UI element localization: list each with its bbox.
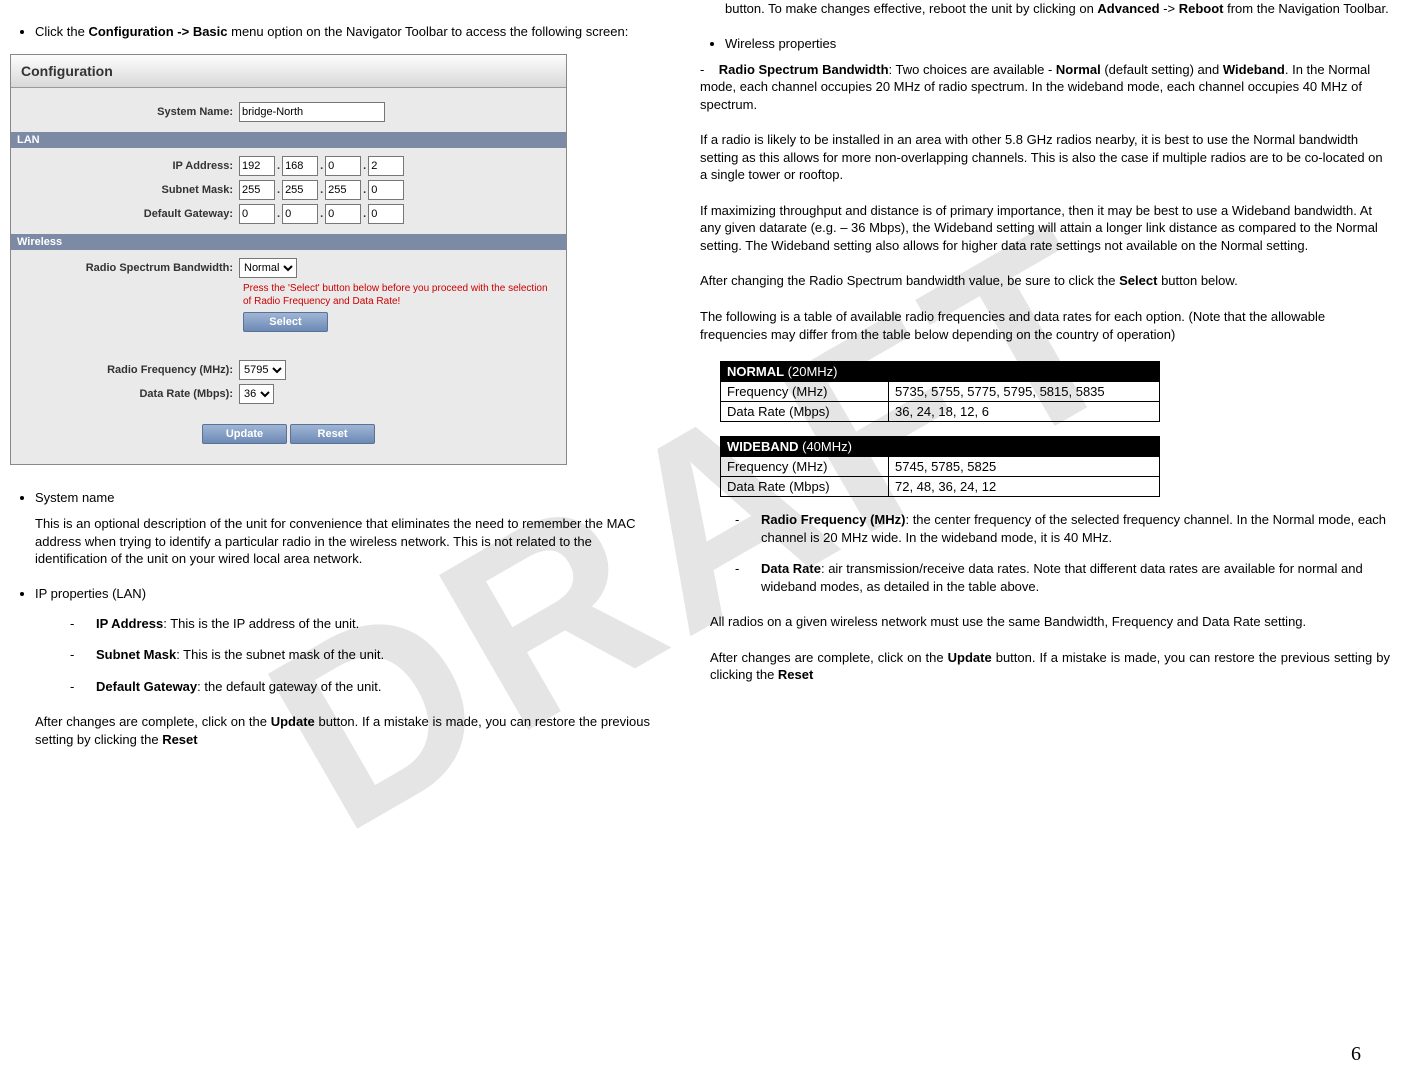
wireless-section-header: Wireless [11,234,566,250]
data-rate-label: Data Rate (Mbps): [23,388,233,400]
data-rate-item: Data Rate: air transmission/receive data… [735,560,1390,595]
bandwidth-label: Radio Spectrum Bandwidth: [23,262,233,274]
radio-frequency-item: Radio Frequency (MHz): the center freque… [735,511,1390,546]
continuation-paragraph: button. To make changes effective, reboo… [725,0,1390,18]
wireless-properties-bullet: Wireless properties [725,36,1390,51]
select-button[interactable]: Select [243,312,328,332]
ip-address-label: IP Address: [23,160,233,172]
default-gateway-label: Default Gateway: [23,208,233,220]
rsb-p5: The following is a table of available ra… [700,308,1390,343]
ip-oct-1[interactable] [239,156,275,176]
sm-oct-2[interactable] [282,180,318,200]
ip-properties-bullet: IP properties (LAN) IP Address: This is … [35,586,650,749]
page-number: 6 [1351,1043,1361,1066]
gw-oct-1[interactable] [239,204,275,224]
gw-oct-3[interactable] [325,204,361,224]
ip-oct-4[interactable] [368,156,404,176]
radio-frequency-select[interactable]: 5795 [239,360,286,380]
radio-frequency-label: Radio Frequency (MHz): [23,364,233,376]
data-rate-select[interactable]: 36 [239,384,274,404]
all-radios-paragraph: All radios on a given wireless network m… [710,613,1390,631]
intro-bullet: Click the Configuration -> Basic menu op… [35,24,650,39]
intro-bold: Configuration -> Basic [88,24,227,39]
rsb-p4: After changing the Radio Spectrum bandwi… [700,272,1390,290]
default-gateway-item: Default Gateway: the default gateway of … [70,678,650,696]
gw-oct-4[interactable] [368,204,404,224]
sm-oct-1[interactable] [239,180,275,200]
system-name-text: This is an optional description of the u… [35,515,650,568]
update-button[interactable]: Update [202,424,287,444]
reset-button[interactable]: Reset [290,424,375,444]
normal-table: NORMAL (20MHz) Frequency (MHz)5735, 5755… [720,361,1160,422]
ip-oct-3[interactable] [325,156,361,176]
ip-properties-heading: IP properties (LAN) [35,586,146,601]
after-changes-paragraph: After changes are complete, click on the… [35,713,650,748]
system-name-label: System Name: [23,106,233,118]
intro-post: menu option on the Navigator Toolbar to … [228,24,629,39]
wideband-table: WIDEBAND (40MHz) Frequency (MHz)5745, 57… [720,436,1160,497]
rsb-paragraph: - Radio Spectrum Bandwidth: Two choices … [700,61,1390,114]
sm-oct-4[interactable] [368,180,404,200]
page: DRAFT Click the Configuration -> Basic m… [0,0,1401,1086]
bandwidth-select[interactable]: Normal [239,258,297,278]
configuration-panel: Configuration System Name: LAN IP Addres… [10,54,567,465]
system-name-heading: System name [35,490,114,505]
ip-oct-2[interactable] [282,156,318,176]
right-column: button. To make changes effective, reboo… [690,0,1390,702]
system-name-input[interactable] [239,102,385,122]
rsb-p3: If maximizing throughput and distance is… [700,202,1390,255]
left-column: Click the Configuration -> Basic menu op… [10,0,650,766]
intro-pre: Click the [35,24,88,39]
bandwidth-warning: Press the 'Select' button below before y… [243,282,554,308]
system-name-bullet: System name This is an optional descript… [35,490,650,568]
rsb-p2: If a radio is likely to be installed in … [700,131,1390,184]
gw-oct-2[interactable] [282,204,318,224]
sm-oct-3[interactable] [325,180,361,200]
ip-address-item: IP Address: This is the IP address of th… [70,615,650,633]
config-title: Configuration [11,55,566,88]
after-changes-paragraph-2: After changes are complete, click on the… [710,649,1390,684]
lan-section-header: LAN [11,132,566,148]
subnet-mask-item: Subnet Mask: This is the subnet mask of … [70,646,650,664]
subnet-mask-label: Subnet Mask: [23,184,233,196]
